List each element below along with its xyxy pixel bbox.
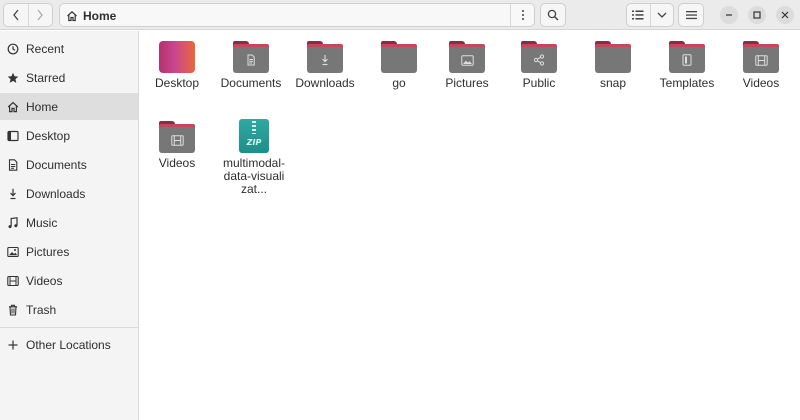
back-button[interactable] — [4, 4, 28, 26]
clock-icon — [7, 43, 19, 55]
navigation-buttons — [3, 3, 53, 27]
star-icon — [7, 72, 19, 84]
home-icon — [7, 101, 19, 113]
view-options-button[interactable] — [649, 4, 674, 26]
close-button[interactable] — [776, 6, 794, 24]
location-title: Home — [83, 8, 117, 23]
folder-icon — [595, 41, 631, 73]
file-name: Videos — [742, 76, 780, 90]
sidebar-item-label: Desktop — [26, 128, 71, 143]
file-item-zip-archive[interactable]: ZIP multimodal-data-visualizat... — [217, 119, 291, 196]
file-name: Desktop — [154, 76, 200, 90]
file-item-templates[interactable]: Templates — [650, 41, 724, 90]
file-name: multimodal-data-visualizat... — [222, 156, 285, 196]
download-folder-icon — [307, 41, 343, 73]
desktop-icon — [7, 130, 19, 142]
file-item-pictures[interactable]: Pictures — [430, 41, 504, 90]
file-name: Public — [522, 76, 556, 90]
document-icon — [7, 158, 19, 171]
share-folder-icon — [521, 41, 557, 73]
sidebar-item-label: Trash — [26, 302, 57, 317]
sidebar-item-label: Pictures — [26, 244, 70, 259]
folder-icon — [381, 41, 417, 73]
maximize-button[interactable] — [748, 6, 766, 24]
file-name: Pictures — [445, 76, 489, 90]
minimize-button[interactable] — [720, 6, 738, 24]
sidebar-separator — [0, 327, 138, 328]
sidebar-item-recent[interactable]: Recent — [0, 35, 138, 62]
sidebar: Recent Starred Home Desktop Documents Do… — [0, 31, 139, 420]
maximize-icon — [753, 11, 761, 19]
sidebar-item-label: Recent — [26, 41, 65, 56]
sidebar-item-videos[interactable]: Videos — [0, 267, 138, 294]
search-button[interactable] — [540, 3, 566, 27]
file-item-go[interactable]: go — [362, 41, 436, 90]
sidebar-item-label: Starred — [26, 70, 66, 85]
path-home-crumb[interactable]: Home — [66, 7, 116, 24]
list-view-button[interactable] — [627, 4, 650, 26]
file-item-desktop[interactable]: Desktop — [140, 41, 214, 90]
picture-icon — [7, 246, 19, 258]
sidebar-item-label: Documents — [26, 157, 87, 172]
search-icon — [547, 9, 559, 21]
chevron-left-icon — [12, 9, 19, 21]
music-note-icon — [7, 216, 19, 229]
home-icon — [67, 10, 77, 21]
sidebar-item-label: Music — [26, 215, 58, 230]
picture-folder-icon — [449, 41, 485, 73]
file-item-snap[interactable]: snap — [576, 41, 650, 90]
zip-archive-icon: ZIP — [239, 119, 269, 153]
file-name: Templates — [659, 76, 715, 90]
chevron-down-icon — [657, 12, 667, 18]
sidebar-item-documents[interactable]: Documents — [0, 151, 138, 178]
sidebar-item-label: Other Locations — [26, 337, 111, 352]
file-name: Videos — [158, 156, 196, 170]
video-folder-icon — [159, 121, 195, 153]
minimize-icon — [726, 14, 732, 16]
sidebar-item-music[interactable]: Music — [0, 209, 138, 236]
view-toggle-group — [626, 3, 674, 27]
file-name: go — [392, 76, 406, 90]
sidebar-item-starred[interactable]: Starred — [0, 64, 138, 91]
sidebar-item-label: Downloads — [26, 186, 86, 201]
film-icon — [7, 275, 19, 287]
kebab-menu-icon — [521, 10, 524, 20]
sidebar-item-downloads[interactable]: Downloads — [0, 180, 138, 207]
file-grid: Desktop Documents Downloads go Pictures — [140, 31, 800, 420]
file-item-downloads[interactable]: Downloads — [288, 41, 362, 90]
header-bar: Home — [0, 0, 800, 30]
chevron-right-icon — [37, 9, 44, 21]
file-item-documents[interactable]: Documents — [214, 41, 288, 90]
sidebar-item-pictures[interactable]: Pictures — [0, 238, 138, 265]
sidebar-item-label: Home — [26, 99, 59, 114]
zip-badge: ZIP — [246, 138, 262, 147]
file-name: Documents — [220, 76, 282, 90]
sidebar-item-label: Videos — [26, 273, 63, 288]
plus-icon — [7, 339, 19, 351]
file-item-videos-2[interactable]: Videos — [140, 121, 214, 170]
desktop-folder-icon — [159, 41, 195, 73]
path-bar[interactable]: Home — [59, 3, 535, 27]
hamburger-menu-icon — [685, 11, 697, 20]
file-name: snap — [599, 76, 627, 90]
main-menu-button[interactable] — [678, 3, 704, 27]
download-icon — [7, 188, 19, 200]
template-folder-icon — [669, 41, 705, 73]
close-icon — [781, 11, 789, 19]
file-item-public[interactable]: Public — [502, 41, 576, 90]
sidebar-item-home[interactable]: Home — [0, 93, 138, 120]
sidebar-item-desktop[interactable]: Desktop — [0, 122, 138, 149]
file-name: Downloads — [295, 76, 355, 90]
document-folder-icon — [233, 41, 269, 73]
list-view-icon — [632, 10, 644, 20]
video-folder-icon — [743, 41, 779, 73]
forward-button[interactable] — [27, 4, 53, 26]
file-item-videos[interactable]: Videos — [724, 41, 798, 90]
sidebar-item-other-locations[interactable]: Other Locations — [0, 331, 138, 358]
path-menu-button[interactable] — [510, 4, 534, 26]
trash-icon — [7, 304, 19, 316]
sidebar-item-trash[interactable]: Trash — [0, 296, 138, 323]
